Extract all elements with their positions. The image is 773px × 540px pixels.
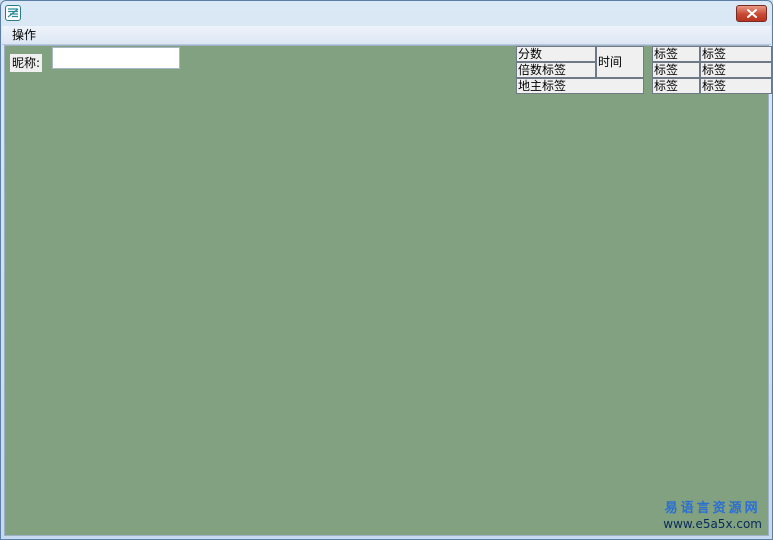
title-bar[interactable] — [1, 1, 772, 26]
score-label: 分数 — [516, 46, 596, 62]
close-button[interactable] — [736, 5, 767, 22]
grid-label-r1c1: 标签 — [652, 46, 700, 62]
nickname-input[interactable] — [52, 47, 180, 69]
grid-label-r3c2: 标签 — [700, 78, 772, 94]
watermark-site-name: 易语言资源网 — [664, 501, 761, 516]
grid-label-r2c1: 标签 — [652, 62, 700, 78]
grid-label-r3c1: 标签 — [652, 78, 700, 94]
grid-label-r1c2: 标签 — [700, 46, 772, 62]
app-logo-icon — [5, 5, 21, 21]
landlord-label: 地主标签 — [516, 78, 644, 94]
game-client-area: 昵称: 分数 倍数标签 时间 地主标签 标签 标签 标签 标签 标签 标签 易语… — [4, 45, 772, 536]
time-label: 时间 — [596, 46, 644, 78]
watermark-site-url: www.e5a5x.com — [663, 517, 762, 531]
menu-bar: 操作 — [2, 26, 771, 45]
main-window: 操作 昵称: 分数 倍数标签 时间 地主标签 标签 标签 标签 标签 标签 标签… — [0, 0, 773, 540]
menu-item-operation[interactable]: 操作 — [10, 27, 38, 43]
close-x-icon — [746, 9, 757, 18]
multiplier-label: 倍数标签 — [516, 62, 596, 78]
grid-label-r2c2: 标签 — [700, 62, 772, 78]
site-watermark: 易语言资源网 www.e5a5x.com — [663, 501, 762, 531]
nickname-label: 昵称: — [10, 54, 43, 72]
